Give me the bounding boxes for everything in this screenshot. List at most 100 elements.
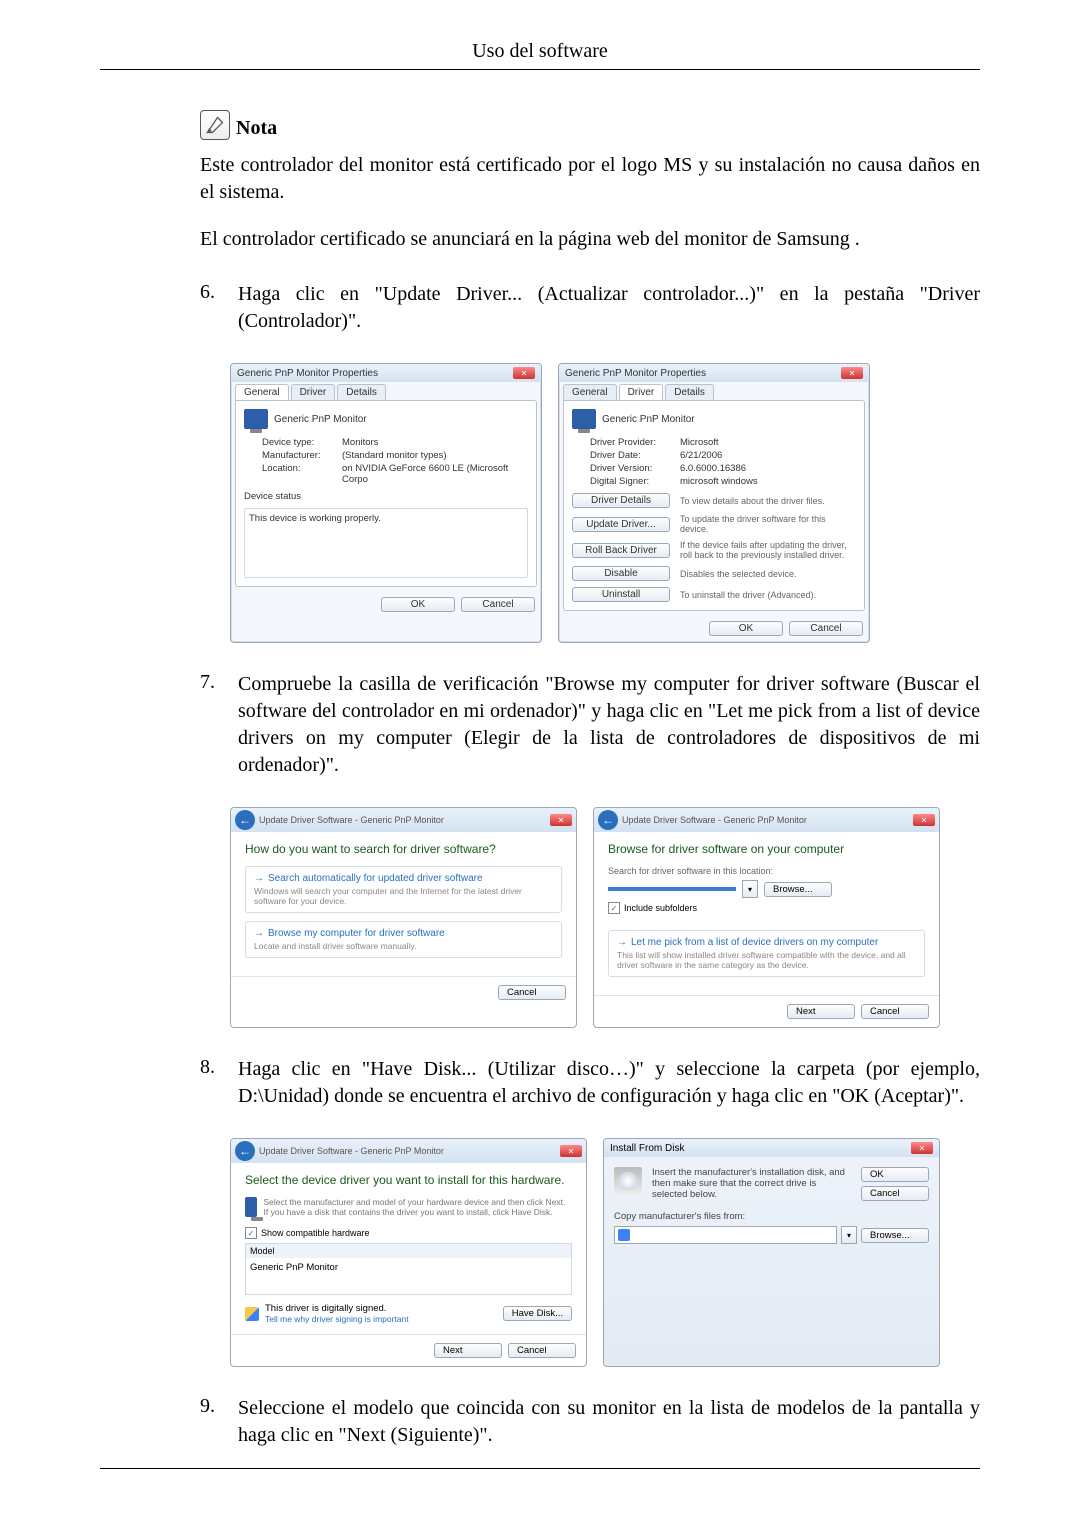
- close-icon[interactable]: ✕: [550, 814, 572, 826]
- monitor-properties-driver-dialog: Generic PnP Monitor Properties ✕ General…: [558, 363, 870, 643]
- val-driver-provider: Microsoft: [680, 437, 856, 448]
- disable-desc: Disables the selected device.: [680, 569, 856, 579]
- val-driver-version: 6.0.6000.16386: [680, 463, 856, 474]
- have-disk-button[interactable]: Have Disk...: [503, 1306, 572, 1321]
- wizard-breadcrumb: Update Driver Software - Generic PnP Mon…: [622, 815, 807, 825]
- select-heading: Select the device driver you want to ins…: [245, 1173, 572, 1187]
- cancel-button[interactable]: Cancel: [508, 1343, 576, 1358]
- close-icon[interactable]: ✕: [841, 367, 863, 379]
- choice-browse-computer[interactable]: →Browse my computer for driver software …: [245, 921, 562, 958]
- close-icon[interactable]: ✕: [513, 367, 535, 379]
- cancel-button[interactable]: Cancel: [861, 1004, 929, 1019]
- val-digital-signer: microsoft windows: [680, 476, 856, 487]
- wizard-heading: How do you want to search for driver sof…: [245, 842, 562, 856]
- dropdown-icon[interactable]: ▾: [742, 880, 758, 898]
- select-driver-wizard: ← Update Driver Software - Generic PnP M…: [230, 1138, 587, 1367]
- rollback-driver-desc: If the device fails after updating the d…: [680, 540, 856, 560]
- include-subfolders-checkbox[interactable]: ✓: [608, 902, 620, 914]
- monitor-icon: [245, 1197, 257, 1217]
- back-icon[interactable]: ←: [235, 810, 255, 830]
- cancel-button[interactable]: Cancel: [461, 597, 535, 612]
- signing-link[interactable]: Tell me why driver signing is important: [265, 1314, 409, 1324]
- close-icon[interactable]: ✕: [560, 1145, 582, 1157]
- back-icon[interactable]: ←: [235, 1141, 255, 1161]
- choice-browse-desc: Locate and install driver software manua…: [254, 941, 553, 951]
- monitor-icon: [572, 409, 596, 429]
- step-9-text: Seleccione el modelo que coincida con su…: [238, 1395, 980, 1449]
- lbl-digital-signer: Digital Signer:: [590, 476, 680, 487]
- note-icon: [200, 110, 230, 140]
- cancel-button[interactable]: Cancel: [861, 1186, 929, 1201]
- copy-label: Copy manufacturer's files from:: [614, 1211, 929, 1222]
- lbl-driver-date: Driver Date:: [590, 450, 680, 461]
- tab-driver[interactable]: Driver: [291, 384, 336, 400]
- lbl-driver-version: Driver Version:: [590, 463, 680, 474]
- show-compatible-label: Show compatible hardware: [261, 1228, 370, 1238]
- val-location: on NVIDIA GeForce 6600 LE (Microsoft Cor…: [342, 463, 528, 485]
- cancel-button[interactable]: Cancel: [789, 621, 863, 636]
- browse-button[interactable]: Browse...: [764, 882, 832, 897]
- ok-button[interactable]: OK: [861, 1167, 929, 1182]
- include-subfolders-label: Include subfolders: [624, 903, 697, 913]
- shield-icon: [245, 1307, 259, 1321]
- arrow-icon: →: [254, 873, 264, 884]
- arrow-icon: →: [617, 937, 627, 948]
- disable-button[interactable]: Disable: [572, 566, 670, 581]
- choice-browse-title: Browse my computer for driver software: [268, 928, 445, 939]
- copy-path-input[interactable]: A:\: [614, 1226, 837, 1244]
- device-status-text: This device is working properly.: [249, 513, 381, 524]
- wizard-breadcrumb: Update Driver Software - Generic PnP Mon…: [259, 815, 444, 825]
- close-icon[interactable]: ✕: [913, 814, 935, 826]
- cancel-button[interactable]: Cancel: [498, 985, 566, 1000]
- browse-button[interactable]: Browse...: [861, 1228, 929, 1243]
- note-paragraph-2: El controlador certificado se anunciará …: [200, 226, 980, 253]
- driver-details-desc: To view details about the driver files.: [680, 496, 856, 506]
- choice-search-auto[interactable]: → Search automatically for updated driver…: [245, 866, 562, 913]
- choice-pick-from-list[interactable]: →Let me pick from a list of device drive…: [608, 930, 925, 977]
- choice-search-auto-desc: Windows will search your computer and th…: [254, 886, 553, 906]
- lbl-location: Location:: [262, 463, 342, 485]
- choice-search-auto-title: Search automatically for updated driver …: [268, 873, 483, 884]
- update-driver-desc: To update the driver software for this d…: [680, 514, 856, 534]
- uninstall-desc: To uninstall the driver (Advanced).: [680, 590, 856, 600]
- next-button[interactable]: Next: [787, 1004, 855, 1019]
- tab-general[interactable]: General: [563, 384, 617, 400]
- ok-button[interactable]: OK: [709, 621, 783, 636]
- monitor-properties-general-dialog: Generic PnP Monitor Properties ✕ General…: [230, 363, 542, 643]
- update-wizard-browse: ← Update Driver Software - Generic PnP M…: [593, 807, 940, 1028]
- rollback-driver-button[interactable]: Roll Back Driver: [572, 543, 670, 558]
- update-driver-button[interactable]: Update Driver...: [572, 517, 670, 532]
- step-6-number: 6.: [200, 281, 220, 335]
- ifd-title: Install From Disk: [610, 1143, 684, 1154]
- show-compatible-checkbox[interactable]: ✓: [245, 1227, 257, 1239]
- back-icon[interactable]: ←: [598, 810, 618, 830]
- ifd-text: Insert the manufacturer's installation d…: [652, 1167, 851, 1201]
- val-driver-date: 6/21/2006: [680, 450, 856, 461]
- install-from-disk-dialog: Install From Disk ✕ Insert the manufactu…: [603, 1138, 940, 1367]
- location-input[interactable]: [608, 887, 736, 891]
- label-search-location: Search for driver software in this locat…: [608, 866, 925, 876]
- step-9-number: 9.: [200, 1395, 220, 1449]
- page-header: Uso del software: [100, 40, 980, 70]
- dropdown-icon[interactable]: ▾: [841, 1226, 857, 1244]
- dialog-title: Generic PnP Monitor Properties: [237, 368, 378, 379]
- step-8-text: Haga clic en "Have Disk... (Utilizar dis…: [238, 1056, 980, 1110]
- step-8-number: 8.: [200, 1056, 220, 1110]
- drive-icon: [618, 1229, 630, 1241]
- step-7-text: Compruebe la casilla de verificación "Br…: [238, 671, 980, 779]
- tab-details[interactable]: Details: [665, 384, 714, 400]
- next-button[interactable]: Next: [434, 1343, 502, 1358]
- choice-pick-desc: This list will show installed driver sof…: [617, 950, 916, 970]
- disk-icon: [614, 1167, 642, 1195]
- header-title: Uso del software: [472, 40, 608, 62]
- driver-details-button[interactable]: Driver Details: [572, 493, 670, 508]
- uninstall-button[interactable]: Uninstall: [572, 587, 670, 602]
- tab-details[interactable]: Details: [337, 384, 386, 400]
- ok-button[interactable]: OK: [381, 597, 455, 612]
- close-icon[interactable]: ✕: [911, 1142, 933, 1154]
- tab-driver[interactable]: Driver: [619, 384, 664, 400]
- tab-general[interactable]: General: [235, 384, 289, 400]
- model-list-item[interactable]: Generic PnP Monitor: [246, 1258, 571, 1294]
- signed-text: This driver is digitally signed.: [265, 1303, 409, 1314]
- wizard-heading: Browse for driver software on your compu…: [608, 842, 925, 856]
